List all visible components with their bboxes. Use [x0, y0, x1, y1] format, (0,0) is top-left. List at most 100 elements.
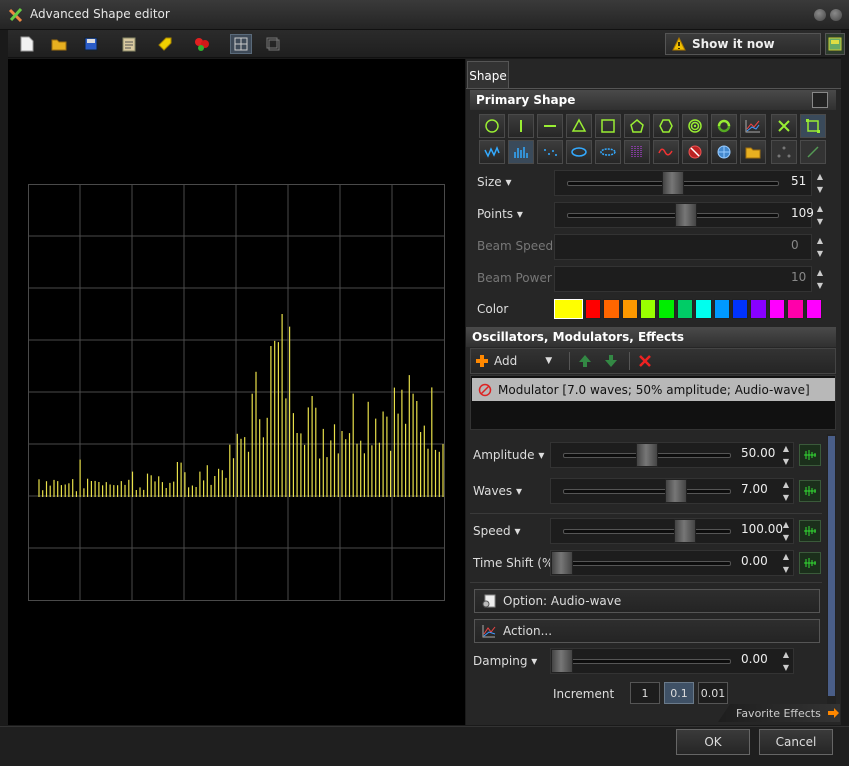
- color-swatch[interactable]: [805, 299, 822, 319]
- amplitude-value[interactable]: 50.00: [741, 446, 775, 460]
- cancel-button[interactable]: Cancel: [759, 729, 833, 755]
- color-swatch[interactable]: [640, 299, 657, 319]
- size-thumb[interactable]: [662, 171, 684, 195]
- color-swatch[interactable]: [621, 299, 639, 319]
- waves-wave-button[interactable]: [799, 480, 821, 502]
- option-audio-wave-button[interactable]: Option: Audio-wave: [474, 589, 820, 613]
- delete-button[interactable]: [637, 353, 653, 372]
- time-shift-value[interactable]: 0.00: [741, 554, 768, 568]
- amplitude-spinner[interactable]: ▲ ▼: [779, 442, 793, 468]
- shape-no-button[interactable]: [682, 140, 708, 164]
- open-button[interactable]: [48, 34, 70, 54]
- side-panel-toggle[interactable]: [825, 33, 845, 55]
- shape-spiral-button[interactable]: [682, 114, 708, 138]
- time-shift-wave-button[interactable]: [799, 552, 821, 574]
- points-value[interactable]: 109: [791, 206, 814, 220]
- color-swatch[interactable]: [584, 299, 602, 319]
- speed-value[interactable]: 100.00: [741, 522, 783, 536]
- points-label[interactable]: Points ▾: [477, 207, 523, 221]
- color-swatch[interactable]: [658, 299, 675, 319]
- params-scrollbar[interactable]: [827, 434, 836, 704]
- new-button[interactable]: [16, 34, 38, 54]
- shape-ellipse-button[interactable]: [566, 140, 592, 164]
- shape-wave-button[interactable]: [479, 140, 505, 164]
- points-thumb[interactable]: [675, 203, 698, 227]
- color-swatch[interactable]: [554, 299, 583, 319]
- shape-grid-dots-button[interactable]: [624, 140, 650, 164]
- color-swatch[interactable]: [603, 299, 620, 319]
- shape-square-button[interactable]: [595, 114, 621, 138]
- shape-triangle-points-button[interactable]: [771, 140, 797, 164]
- minimize-button[interactable]: [814, 9, 826, 21]
- ok-button[interactable]: OK: [676, 729, 750, 755]
- shape-triangle-button[interactable]: [566, 114, 592, 138]
- damping-spinner[interactable]: ▲ ▼: [779, 648, 793, 674]
- size-label[interactable]: Size ▾: [477, 175, 511, 189]
- amplitude-label[interactable]: Amplitude ▾: [473, 448, 544, 462]
- waves-label[interactable]: Waves ▾: [473, 484, 522, 498]
- waves-slider[interactable]: 7.00: [550, 478, 794, 504]
- color-swatch[interactable]: [750, 299, 767, 319]
- shape-folder-button[interactable]: [740, 140, 766, 164]
- save-button[interactable]: [80, 34, 102, 54]
- increment-1-button[interactable]: 1: [630, 682, 660, 704]
- shape-frame-button[interactable]: [800, 114, 826, 138]
- speed-slider[interactable]: 100.00: [550, 518, 794, 544]
- damping-slider[interactable]: 0.00: [550, 648, 794, 674]
- shape-cross-button[interactable]: [771, 114, 797, 138]
- shape-dots-button[interactable]: [537, 140, 563, 164]
- speed-wave-button[interactable]: [799, 520, 821, 542]
- shape-diagonal-line-button[interactable]: [800, 140, 826, 164]
- waves-thumb[interactable]: [665, 479, 688, 503]
- primary-shape-checkbox[interactable]: [812, 92, 828, 108]
- tab-shape[interactable]: Shape: [467, 61, 509, 89]
- grid-view-button[interactable]: [230, 34, 252, 54]
- increment-0.01-button[interactable]: 0.01: [698, 682, 728, 704]
- color-swatch[interactable]: [732, 299, 749, 319]
- single-view-button[interactable]: [262, 34, 284, 54]
- speed-thumb[interactable]: [673, 519, 696, 543]
- action-button[interactable]: Action...: [474, 619, 820, 643]
- effects-button[interactable]: [191, 34, 213, 54]
- shape-ring-button[interactable]: [595, 140, 621, 164]
- size-value[interactable]: 51: [791, 174, 806, 188]
- speed-label[interactable]: Speed ▾: [473, 524, 520, 538]
- time-shift-slider[interactable]: 0.00: [550, 550, 794, 576]
- list-item[interactable]: Modulator [7.0 waves; 50% amplitude; Aud…: [472, 378, 835, 401]
- points-slider[interactable]: 109: [554, 202, 814, 228]
- shape-hexagon-button[interactable]: [653, 114, 679, 138]
- clipboard-button[interactable]: [118, 34, 140, 54]
- add-dropdown[interactable]: Add ▼: [474, 351, 566, 371]
- shape-vertical-line-button[interactable]: [508, 114, 534, 138]
- amplitude-slider[interactable]: 50.00: [550, 442, 794, 468]
- increment-0.1-button[interactable]: 0.1: [664, 682, 694, 704]
- amplitude-wave-button[interactable]: [799, 444, 821, 466]
- tag-button[interactable]: [154, 34, 176, 54]
- shape-chart-button[interactable]: [740, 114, 766, 138]
- waves-value[interactable]: 7.00: [741, 482, 768, 496]
- time-shift-thumb[interactable]: [551, 551, 573, 575]
- waves-spinner[interactable]: ▲ ▼: [779, 478, 793, 504]
- color-swatch[interactable]: [713, 299, 730, 319]
- color-swatch[interactable]: [695, 299, 712, 319]
- size-slider[interactable]: 51: [554, 170, 812, 196]
- time-shift-spinner[interactable]: ▲ ▼: [779, 550, 793, 576]
- damping-label[interactable]: Damping ▾: [473, 654, 537, 668]
- show-it-now-button[interactable]: Show it now: [665, 33, 821, 55]
- close-button[interactable]: [830, 9, 842, 21]
- size-spinner[interactable]: ▲ ▼: [813, 170, 827, 196]
- preview-canvas[interactable]: [8, 59, 465, 725]
- favorite-effects-button[interactable]: Favorite Effects: [718, 704, 840, 722]
- scrollbar-thumb[interactable]: [828, 436, 835, 696]
- shape-sine-button[interactable]: [653, 140, 679, 164]
- damping-value[interactable]: 0.00: [741, 652, 768, 666]
- shape-circle-button[interactable]: [479, 114, 505, 138]
- shape-pentagon-button[interactable]: [624, 114, 650, 138]
- color-swatch[interactable]: [676, 299, 694, 319]
- shape-swirl-button[interactable]: [711, 114, 737, 138]
- shape-globe-button[interactable]: [711, 140, 737, 164]
- points-spinner[interactable]: ▲ ▼: [813, 202, 827, 228]
- shape-horizontal-line-button[interactable]: [537, 114, 563, 138]
- shape-audio-bars-button[interactable]: [508, 140, 534, 164]
- move-down-button[interactable]: [603, 353, 619, 372]
